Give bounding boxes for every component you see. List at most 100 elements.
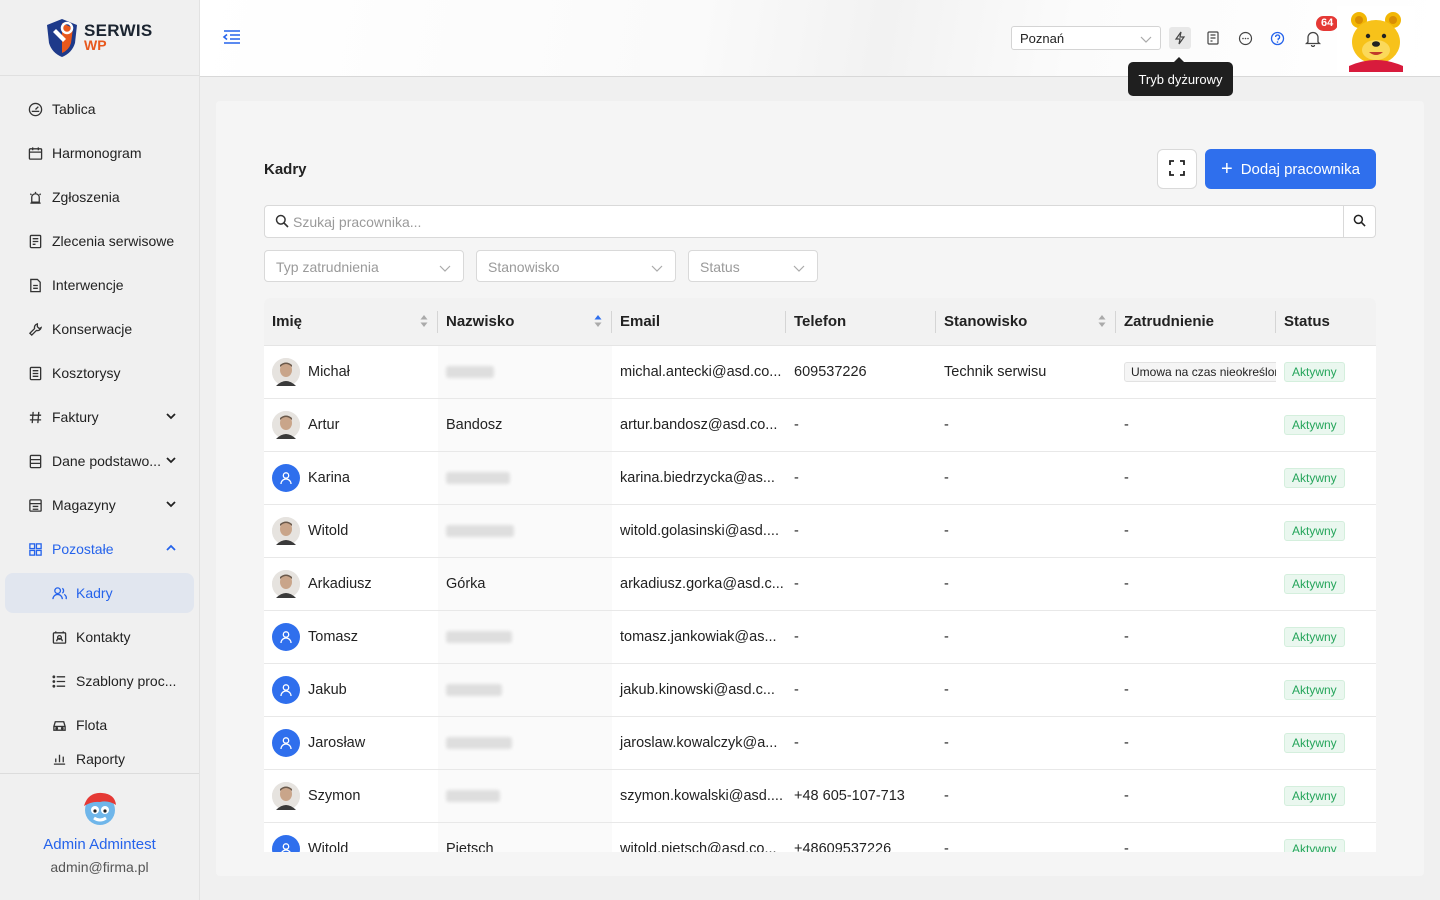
sidebar-item-interwencje[interactable]: Interwencje bbox=[0, 263, 199, 307]
table-row[interactable]: Jarosław jaroslaw.kowalczyk@a... - - - Aktywn… bbox=[264, 717, 1376, 770]
sidebar-subitem-label: Kadry bbox=[76, 585, 113, 601]
people-icon bbox=[50, 584, 68, 602]
cell-position-wrap: - bbox=[936, 823, 1116, 852]
dashboard-icon bbox=[26, 100, 44, 118]
fullscreen-button[interactable] bbox=[1157, 149, 1197, 189]
on-call-mode-icon[interactable] bbox=[1169, 27, 1191, 49]
cell-employment: - bbox=[1124, 629, 1129, 645]
sidebar-subitem-flota[interactable]: Flota bbox=[0, 703, 199, 747]
table-row[interactable]: Witold witold.golasinski@asd.... - - - Aktywn… bbox=[264, 505, 1376, 558]
profile-avatar[interactable] bbox=[1337, 6, 1415, 72]
status-badge: Aktywny bbox=[1284, 627, 1345, 647]
sidebar-item-label: Harmonogram bbox=[52, 145, 142, 161]
sidebar-item-konserwacje[interactable]: Konserwacje bbox=[0, 307, 199, 351]
status-badge: Aktywny bbox=[1284, 521, 1345, 541]
filter-status[interactable]: Status bbox=[688, 250, 818, 282]
cell-employment-wrap: - bbox=[1116, 717, 1276, 769]
cell-last-name-wrap: Górka bbox=[438, 558, 612, 610]
cell-first-name-wrap: Jarosław bbox=[264, 717, 438, 769]
header-label: Zatrudnienie bbox=[1124, 313, 1215, 330]
header-label: Stanowisko bbox=[944, 313, 1028, 330]
search-button[interactable] bbox=[1343, 206, 1375, 237]
sidebar-subitem-szablony[interactable]: Szablony proc... bbox=[0, 659, 199, 703]
header-label: Telefon bbox=[794, 313, 847, 330]
table-row[interactable]: Szymon szymon.kowalski@asd.... +48 605-107… bbox=[264, 770, 1376, 823]
filter-employment-type[interactable]: Typ zatrudnienia bbox=[264, 250, 464, 282]
sidebar-item-tablica[interactable]: Tablica bbox=[0, 87, 199, 131]
cell-email: witold.golasinski@asd.... bbox=[620, 523, 779, 539]
cell-position-wrap: - bbox=[936, 611, 1116, 663]
sidebar-subitem-raporty[interactable]: Raporty bbox=[0, 747, 199, 767]
chat-icon[interactable] bbox=[1234, 27, 1256, 49]
sidebar-item-pozostale[interactable]: Pozostałe bbox=[0, 527, 199, 571]
sidebar-item-zgloszenia[interactable]: Zgłoszenia bbox=[0, 175, 199, 219]
column-header-status[interactable]: Status bbox=[1276, 298, 1376, 345]
help-icon[interactable] bbox=[1266, 27, 1288, 49]
column-header-last-name[interactable]: Nazwisko bbox=[438, 298, 612, 345]
search-input[interactable] bbox=[293, 211, 1333, 233]
table-row[interactable]: Michał michal.antecki@asd.co... 609537226 T… bbox=[264, 346, 1376, 399]
sort-icon bbox=[1098, 314, 1106, 332]
calculator-icon[interactable] bbox=[1202, 27, 1224, 49]
redacted-value bbox=[446, 684, 502, 696]
location-value: Poznań bbox=[1020, 31, 1065, 46]
avatar-icon bbox=[272, 464, 300, 492]
sidebar-item-harmonogram[interactable]: Harmonogram bbox=[0, 131, 199, 175]
header-label: Nazwisko bbox=[446, 313, 515, 330]
cell-first-name: Tomasz bbox=[308, 629, 358, 645]
cell-first-name-wrap: Szymon bbox=[264, 770, 438, 822]
cell-phone: - bbox=[794, 576, 799, 592]
cell-phone: - bbox=[794, 629, 799, 645]
cell-email: szymon.kowalski@asd.... bbox=[620, 788, 783, 804]
filter-position[interactable]: Stanowisko bbox=[476, 250, 676, 282]
cell-position-wrap: Technik serwisu bbox=[936, 346, 1116, 398]
sidebar-subitem-label: Kontakty bbox=[76, 629, 131, 645]
table-row[interactable]: Karina karina.biedrzycka@as... - - - Aktywny bbox=[264, 452, 1376, 505]
cell-phone: +48 605-107-713 bbox=[794, 788, 905, 804]
user-email: admin@firma.pl bbox=[50, 859, 149, 875]
cell-status-wrap: Aktywny bbox=[1276, 717, 1376, 769]
user-profile[interactable]: Admin Admintest admin@firma.pl bbox=[0, 773, 199, 900]
column-header-first-name[interactable]: Imię bbox=[264, 298, 438, 345]
table-header: Imię Nazwisko Email Telefon Stanowisko Z… bbox=[264, 298, 1376, 346]
car-icon bbox=[50, 716, 68, 734]
column-header-email[interactable]: Email bbox=[612, 298, 786, 345]
cell-last-name-wrap: Pietsch bbox=[438, 823, 612, 852]
cell-email: karina.biedrzycka@as... bbox=[620, 470, 775, 486]
table-row[interactable]: Jakub jakub.kinowski@asd.c... - - - Aktywny bbox=[264, 664, 1376, 717]
cell-phone: - bbox=[794, 523, 799, 539]
column-header-employment[interactable]: Zatrudnienie bbox=[1116, 298, 1276, 345]
app-logo[interactable]: SERWIS WP bbox=[0, 0, 199, 76]
sidebar-item-zlecenia[interactable]: Zlecenia serwisowe bbox=[0, 219, 199, 263]
database-icon bbox=[26, 452, 44, 470]
user-name[interactable]: Admin Admintest bbox=[0, 836, 199, 853]
add-employee-button[interactable]: + Dodaj pracownika bbox=[1205, 149, 1376, 189]
cell-status-wrap: Aktywny bbox=[1276, 823, 1376, 852]
table-row[interactable]: Witold Pietsch witold.pietsch@asd.co... +48… bbox=[264, 823, 1376, 852]
location-select[interactable]: Poznań bbox=[1011, 26, 1161, 50]
sidebar-subitem-kadry[interactable]: Kadry bbox=[5, 573, 194, 613]
cell-phone: - bbox=[794, 417, 799, 433]
table-row[interactable]: Artur Bandosz artur.bandosz@asd.co... - - - Ak… bbox=[264, 399, 1376, 452]
cell-first-name: Arkadiusz bbox=[308, 576, 372, 592]
cell-first-name-wrap: Witold bbox=[264, 505, 438, 557]
column-header-position[interactable]: Stanowisko bbox=[936, 298, 1116, 345]
sidebar-item-magazyny[interactable]: Magazyny bbox=[0, 483, 199, 527]
table-row[interactable]: Arkadiusz Górka arkadiusz.gorka@asd.c... - -… bbox=[264, 558, 1376, 611]
hash-icon bbox=[26, 408, 44, 426]
collapse-menu-icon[interactable] bbox=[222, 28, 242, 49]
sidebar-item-faktury[interactable]: Faktury bbox=[0, 395, 199, 439]
sidebar-item-kosztorysy[interactable]: Kosztorysy bbox=[0, 351, 199, 395]
redacted-value bbox=[446, 472, 510, 484]
cell-position-wrap: - bbox=[936, 717, 1116, 769]
redacted-value bbox=[446, 525, 514, 537]
cell-phone: - bbox=[794, 682, 799, 698]
table-row[interactable]: Tomasz tomasz.jankowiak@as... - - - Aktywny bbox=[264, 611, 1376, 664]
chart-icon bbox=[50, 749, 68, 767]
sidebar-subitem-kontakty[interactable]: Kontakty bbox=[0, 615, 199, 659]
cell-first-name: Witold bbox=[308, 841, 349, 852]
column-header-phone[interactable]: Telefon bbox=[786, 298, 936, 345]
cell-email-wrap: artur.bandosz@asd.co... bbox=[612, 399, 786, 451]
sidebar-item-dane-podstawowe[interactable]: Dane podstawo... bbox=[0, 439, 199, 483]
chevron-down-icon bbox=[439, 261, 451, 277]
